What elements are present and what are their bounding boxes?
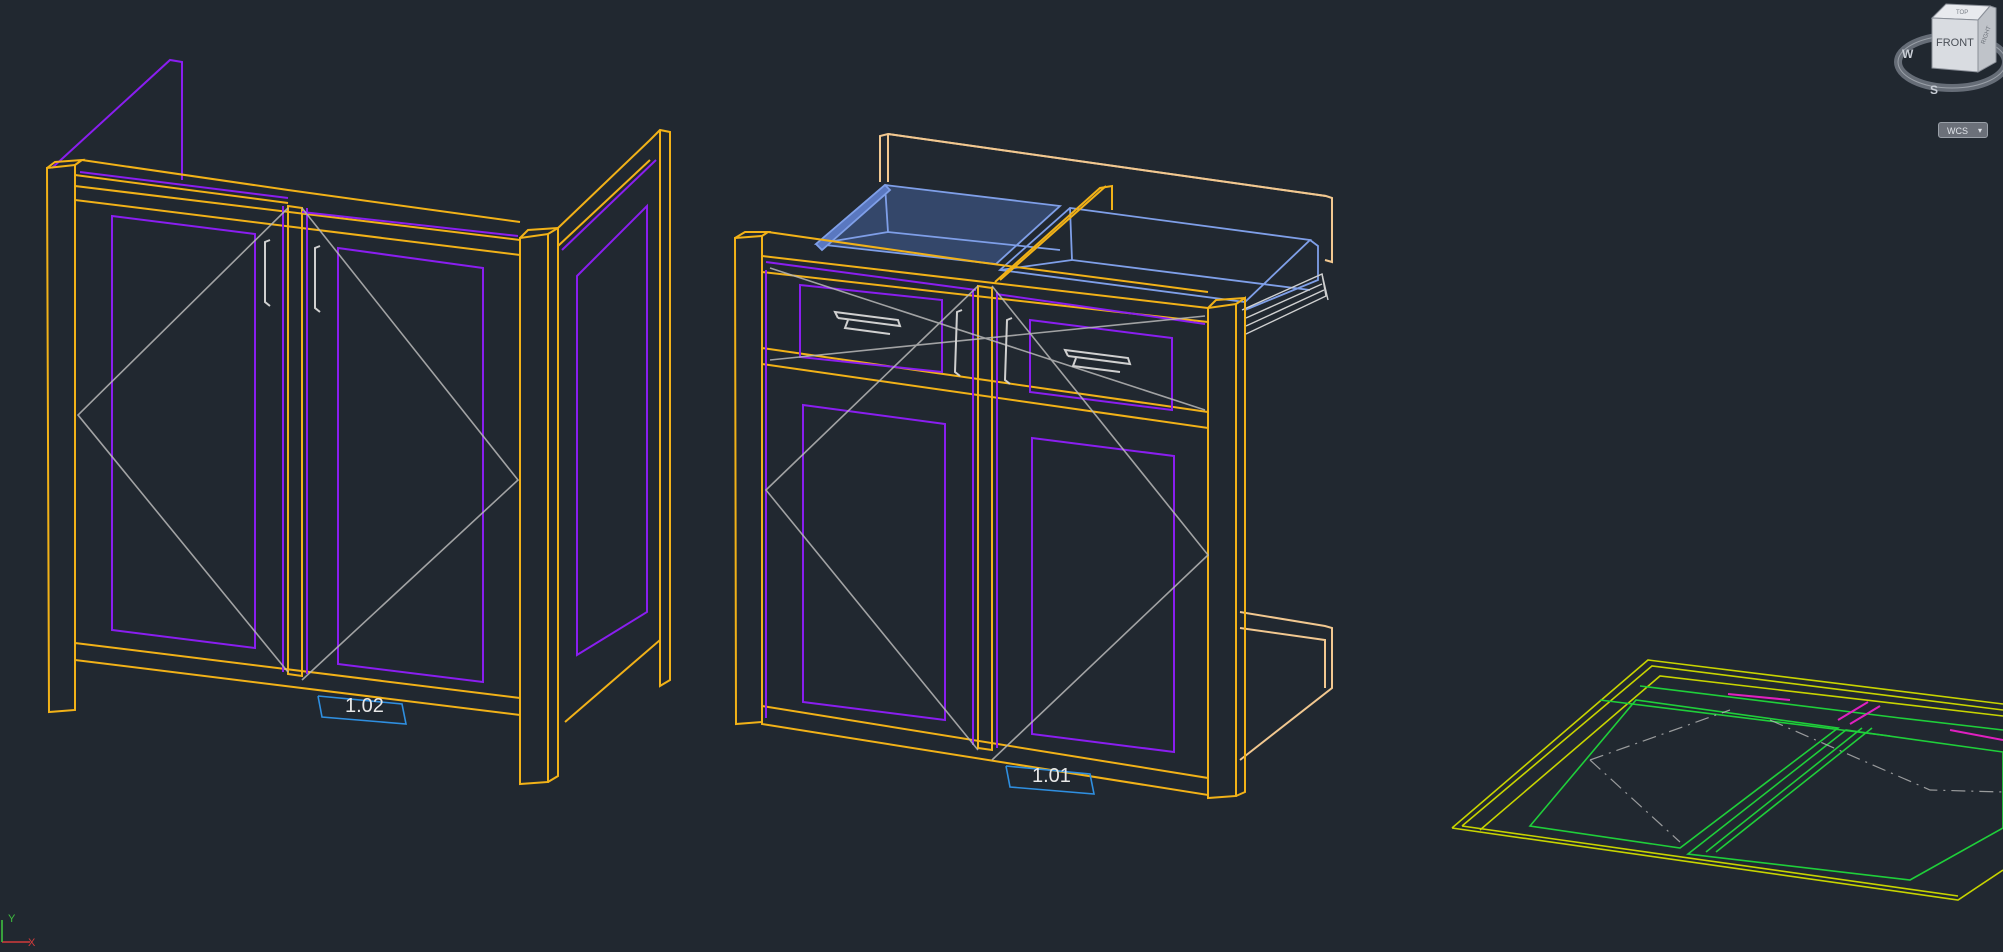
middle-cabinet-tag[interactable]: 1.01 bbox=[1005, 765, 1095, 795]
wcs-label: WCS bbox=[1947, 126, 1968, 136]
left-cabinet-tag-label: 1.02 bbox=[345, 695, 384, 717]
viewcube[interactable]: W S FRONT TOP RIGHT bbox=[1894, 3, 2003, 97]
compass-w-label: W bbox=[1902, 47, 1914, 61]
middle-cabinet-swing-lines bbox=[764, 267, 1210, 761]
left-cabinet-handles bbox=[264, 239, 321, 313]
plan-view-doors bbox=[1528, 685, 2003, 881]
ucs-x-label: X bbox=[28, 937, 36, 949]
compass-s-label: S bbox=[1930, 83, 1938, 97]
ucs-y-label: Y bbox=[8, 913, 16, 925]
ucs-icon: Y X bbox=[1, 913, 36, 949]
middle-base-cabinet[interactable]: 1.01 bbox=[733, 132, 1333, 800]
wcs-menu-button[interactable]: WCS ▾ bbox=[1938, 122, 1988, 138]
left-base-cabinet[interactable]: 1.02 bbox=[45, 58, 671, 786]
model-viewport[interactable]: 1.02 1.01 Y X W S FRONT TOP RIGHT WCS ▾ bbox=[0, 0, 2003, 952]
middle-cabinet-tag-label: 1.01 bbox=[1032, 765, 1071, 787]
middle-cabinet-fronts bbox=[765, 261, 1206, 754]
viewcube-front-label: FRONT bbox=[1936, 37, 1974, 49]
left-cabinet-swing-lines bbox=[76, 207, 520, 681]
chevron-down-icon: ▾ bbox=[1977, 126, 1982, 135]
plan-view-swing-lines bbox=[1589, 709, 2003, 843]
plan-view-cabinet[interactable] bbox=[1451, 659, 2003, 901]
middle-cabinet-frame bbox=[733, 184, 1246, 800]
left-cabinet-doors bbox=[79, 159, 657, 684]
left-cabinet-back-panel bbox=[51, 58, 183, 180]
middle-cabinet-handles bbox=[833, 309, 1132, 385]
drawing-canvas[interactable]: 1.02 1.01 Y X W S FRONT TOP RIGHT bbox=[0, 0, 2003, 952]
viewcube-top-label: TOP bbox=[1956, 10, 1968, 16]
